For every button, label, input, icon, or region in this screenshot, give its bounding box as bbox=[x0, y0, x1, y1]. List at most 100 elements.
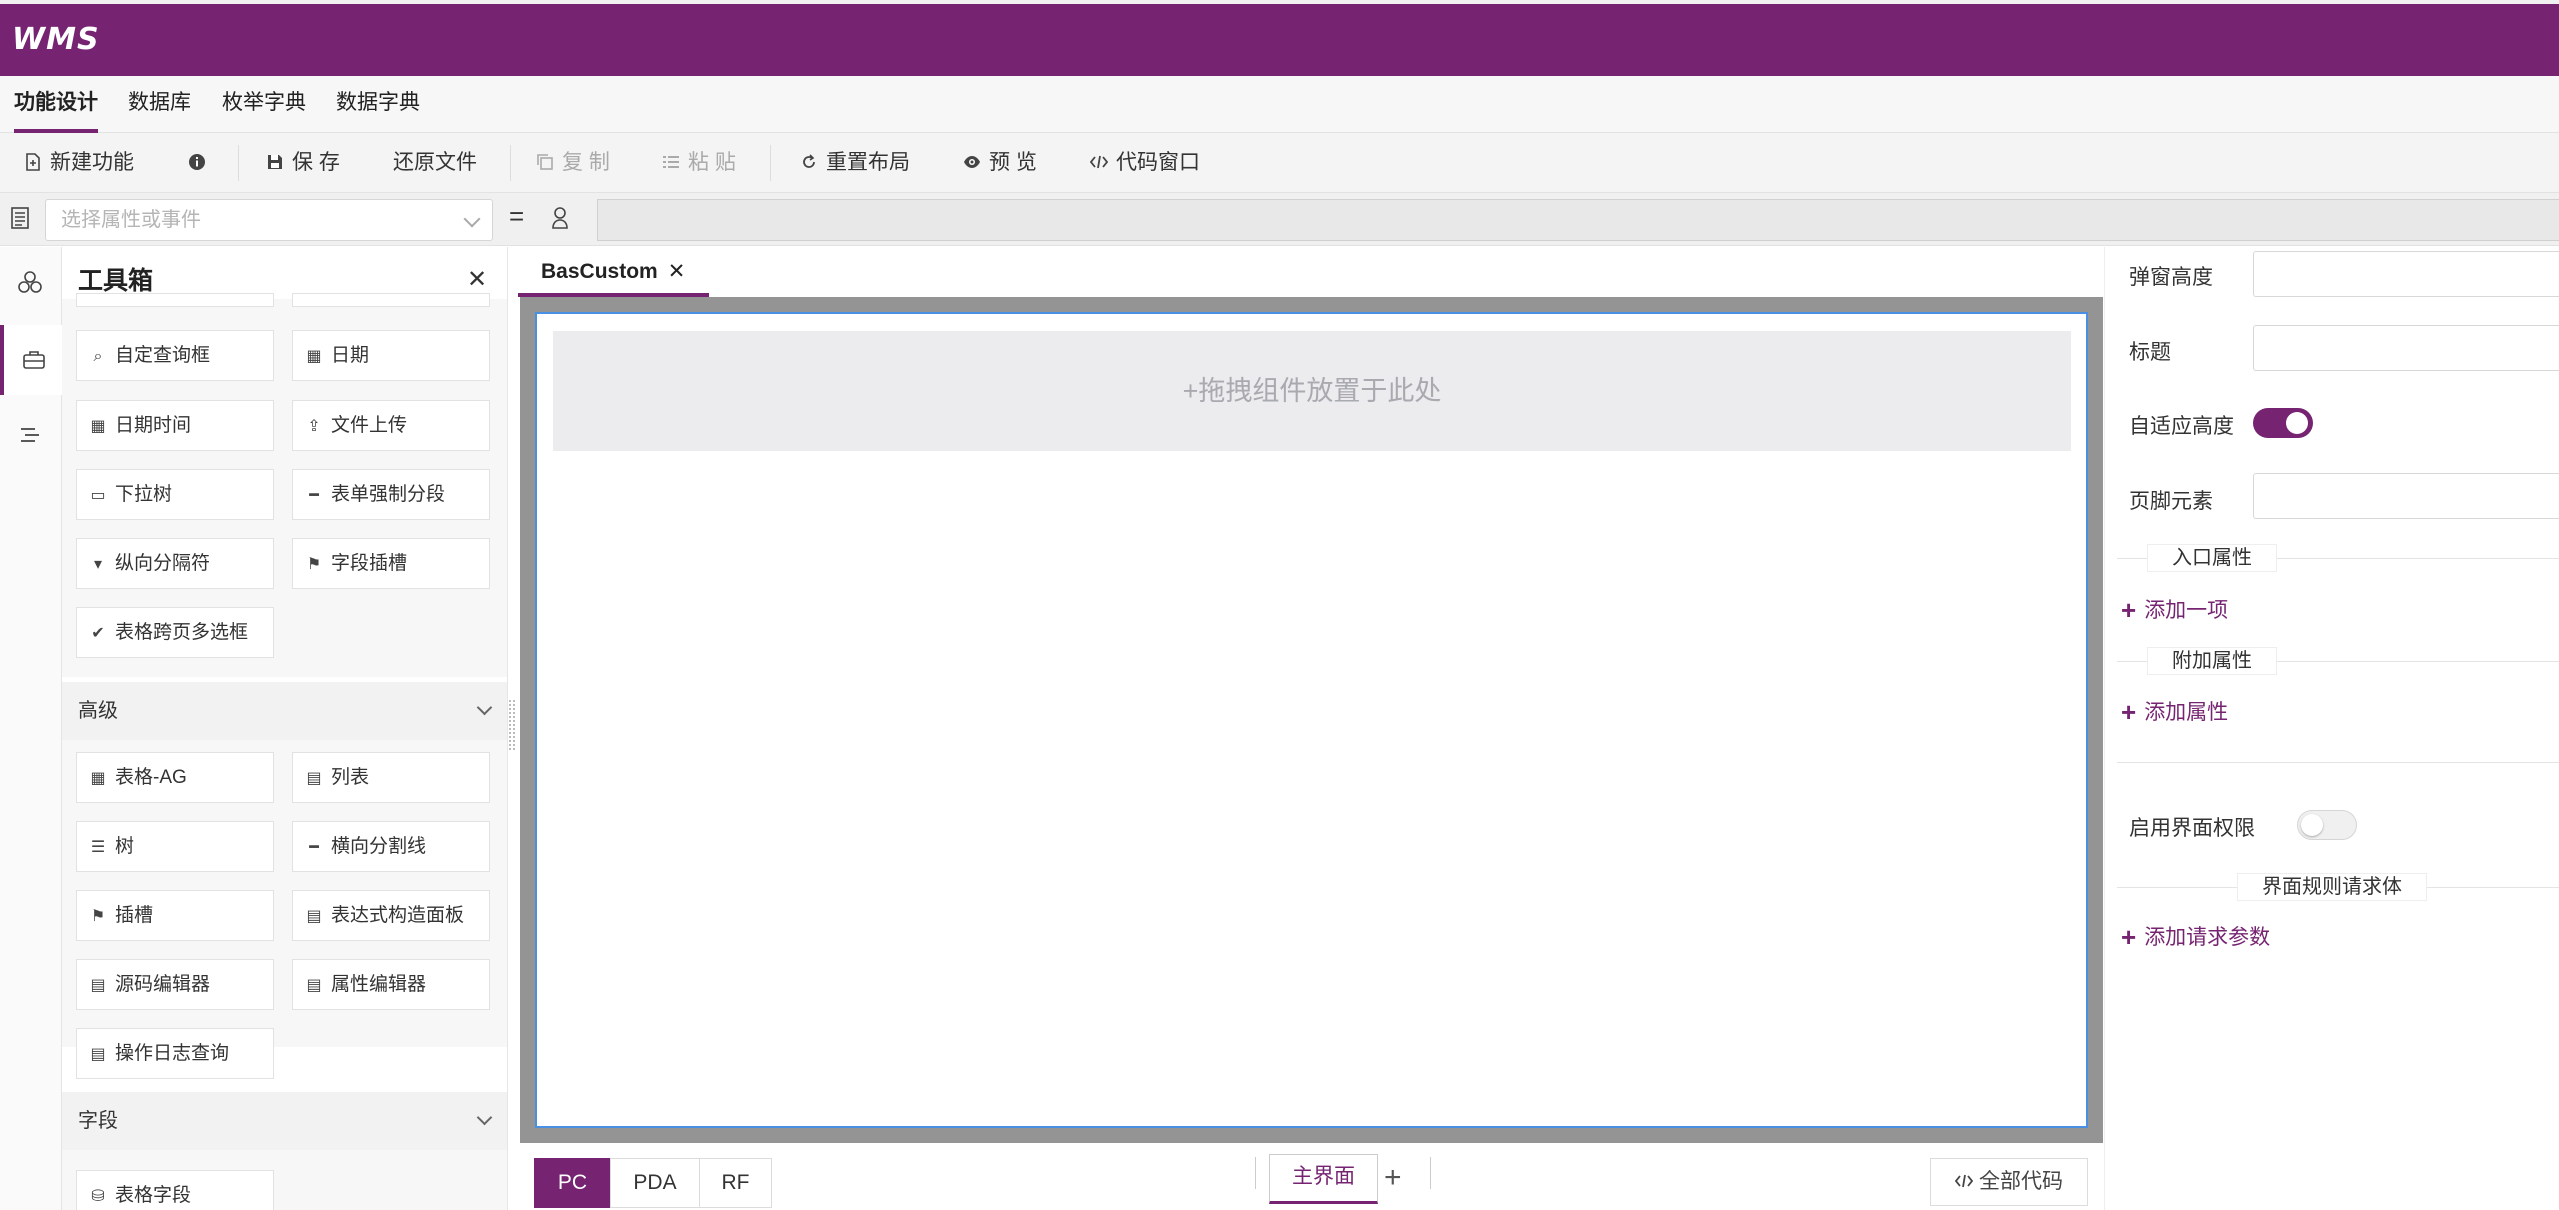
document-icon[interactable] bbox=[11, 207, 29, 229]
footer-input[interactable] bbox=[2253, 473, 2559, 519]
toolbox-rail-button[interactable] bbox=[0, 325, 62, 395]
chevron-down-icon bbox=[463, 210, 481, 228]
toolbar-separator bbox=[238, 145, 239, 181]
tool-tile-label: 纵向分隔符 bbox=[115, 553, 211, 574]
tool-tile[interactable]: ☰ 树 bbox=[76, 821, 274, 872]
tool-tile[interactable]: ━ 表单强制分段 bbox=[292, 469, 490, 520]
design-canvas[interactable]: +拖拽组件放置于此处 bbox=[535, 312, 2088, 1128]
fields-section-header[interactable]: 字段 bbox=[62, 1092, 507, 1150]
list-icon bbox=[663, 156, 679, 168]
tool-tile[interactable]: ⚑ 插槽 bbox=[76, 890, 274, 941]
restore-file-button[interactable]: 还原文件 bbox=[393, 133, 477, 193]
advanced-section-header[interactable]: 高级 bbox=[62, 682, 507, 740]
tool-tile[interactable]: ━ 横向分割线 bbox=[292, 821, 490, 872]
bind-icon[interactable] bbox=[550, 206, 570, 230]
tool-tile-label: 源码编辑器 bbox=[115, 974, 211, 995]
app-header: WMS bbox=[0, 0, 2559, 76]
code-icon bbox=[1954, 1174, 1974, 1188]
add-param-link[interactable]: + 添加请求参数 bbox=[2121, 921, 2270, 953]
paste-button[interactable]: 粘 贴 bbox=[662, 133, 736, 193]
property-value-input[interactable] bbox=[597, 199, 2559, 241]
chevron-down-icon bbox=[476, 1109, 493, 1126]
platform-pda-button[interactable]: PDA bbox=[610, 1158, 700, 1208]
add-view-icon[interactable]: + bbox=[1384, 1153, 1402, 1203]
tool-tile[interactable]: ▤ 属性编辑器 bbox=[292, 959, 490, 1010]
tool-tile[interactable]: ▭ 下拉树 bbox=[76, 469, 274, 520]
tool-tile[interactable]: ⇪ 文件上传 bbox=[292, 400, 490, 451]
toolbar-separator bbox=[510, 145, 511, 181]
save-button[interactable]: 保 存 bbox=[266, 133, 340, 193]
tool-tile[interactable]: ⚑ 字段插槽 bbox=[292, 538, 490, 589]
tool-tile-label: 表格-AG bbox=[115, 767, 187, 788]
new-function-button[interactable]: 新建功能 bbox=[24, 133, 134, 193]
preview-button[interactable]: 预 览 bbox=[963, 133, 1037, 193]
menu-item-data-dictionary[interactable]: 数据字典 bbox=[336, 76, 420, 133]
document-icon: ▤ bbox=[306, 908, 322, 925]
tool-tile-label: 表格字段 bbox=[115, 1185, 192, 1206]
enable-permission-toggle[interactable] bbox=[2297, 810, 2357, 840]
upload-icon: ⇪ bbox=[307, 418, 321, 435]
resize-handle-left[interactable] bbox=[509, 700, 515, 750]
tool-tile[interactable]: ▦ 表格-AG bbox=[76, 752, 274, 803]
rule-body-heading: 界面规则请求体 bbox=[2237, 873, 2427, 901]
popup-height-label: 弹窗高度 bbox=[2129, 266, 2213, 289]
auto-height-toggle[interactable] bbox=[2253, 408, 2313, 438]
menu-item-database[interactable]: 数据库 bbox=[128, 76, 191, 133]
tool-tile-partial bbox=[76, 293, 274, 307]
platform-pc-button[interactable]: PC bbox=[534, 1158, 611, 1208]
components-rail-button[interactable] bbox=[0, 247, 62, 317]
add-item-link[interactable]: + 添加一项 bbox=[2121, 594, 2228, 626]
platform-rf-button[interactable]: RF bbox=[699, 1158, 772, 1208]
close-icon[interactable]: ✕ bbox=[668, 260, 686, 283]
tool-tile[interactable]: ⛁ 表格字段 bbox=[76, 1170, 274, 1210]
tool-tile[interactable]: ✔ 表格跨页多选框 bbox=[76, 607, 274, 658]
main-view-tab[interactable]: 主界面 bbox=[1269, 1154, 1378, 1204]
new-function-label: 新建功能 bbox=[50, 151, 134, 174]
tool-tile[interactable]: ▦ 日期时间 bbox=[76, 400, 274, 451]
tool-tile-label: 日期时间 bbox=[115, 415, 192, 436]
reset-layout-button[interactable]: 重置布局 bbox=[800, 133, 910, 193]
tool-tile[interactable]: ▤ 操作日志查询 bbox=[76, 1028, 274, 1079]
tool-tile-label: 树 bbox=[115, 836, 135, 857]
close-icon[interactable]: ✕ bbox=[467, 265, 487, 294]
entry-props-heading: 入口属性 bbox=[2147, 544, 2277, 572]
tool-tile[interactable]: ▦ 日期 bbox=[292, 330, 490, 381]
copy-button[interactable]: 复 制 bbox=[536, 133, 610, 193]
info-icon bbox=[189, 154, 205, 170]
extra-props-heading: 附加属性 bbox=[2147, 647, 2277, 675]
tool-tile-label: 文件上传 bbox=[331, 415, 408, 436]
property-event-select[interactable]: 选择属性或事件 bbox=[45, 199, 493, 241]
eye-icon bbox=[964, 156, 980, 168]
code-window-button[interactable]: 代码窗口 bbox=[1090, 133, 1200, 193]
save-label: 保 存 bbox=[292, 151, 340, 174]
tool-tile[interactable]: ⌕ 自定查询框 bbox=[76, 330, 274, 381]
drop-zone[interactable]: +拖拽组件放置于此处 bbox=[553, 331, 2071, 451]
query-box-icon: ⌕ bbox=[93, 348, 103, 365]
tool-tile-label: 日期 bbox=[331, 345, 370, 366]
outline-rail-button[interactable] bbox=[0, 401, 62, 471]
divider bbox=[1430, 1157, 1431, 1189]
calendar-clock-icon: ▦ bbox=[90, 418, 106, 435]
title-input[interactable] bbox=[2253, 325, 2559, 371]
all-code-button[interactable]: 全部代码 bbox=[1930, 1158, 2088, 1206]
paste-label: 粘 贴 bbox=[688, 151, 736, 174]
tool-tile[interactable]: ▤ 表达式构造面板 bbox=[292, 890, 490, 941]
chevron-down-icon bbox=[476, 699, 493, 716]
tool-tile-label: 操作日志查询 bbox=[115, 1043, 230, 1064]
tab-bascustom[interactable]: BasCustom ✕ bbox=[518, 247, 710, 297]
toggle-knob bbox=[2301, 814, 2323, 836]
tool-tile[interactable]: ▤ 列表 bbox=[292, 752, 490, 803]
footer-label: 页脚元素 bbox=[2129, 490, 2213, 513]
menu-item-enum-dictionary[interactable]: 枚举字典 bbox=[222, 76, 306, 133]
title-label: 标题 bbox=[2129, 341, 2171, 364]
code-window-label: 代码窗口 bbox=[1116, 151, 1200, 174]
menu-item-function-design[interactable]: 功能设计 bbox=[14, 76, 98, 133]
toolbar-separator bbox=[770, 145, 771, 181]
add-prop-link[interactable]: + 添加属性 bbox=[2121, 696, 2228, 728]
tool-tile[interactable]: ▤ 源码编辑器 bbox=[76, 959, 274, 1010]
plus-icon: + bbox=[2121, 697, 2137, 727]
info-button[interactable] bbox=[188, 133, 214, 193]
plus-icon: + bbox=[2121, 922, 2137, 952]
popup-height-input[interactable] bbox=[2253, 251, 2559, 297]
tool-tile[interactable]: ▾ 纵向分隔符 bbox=[76, 538, 274, 589]
